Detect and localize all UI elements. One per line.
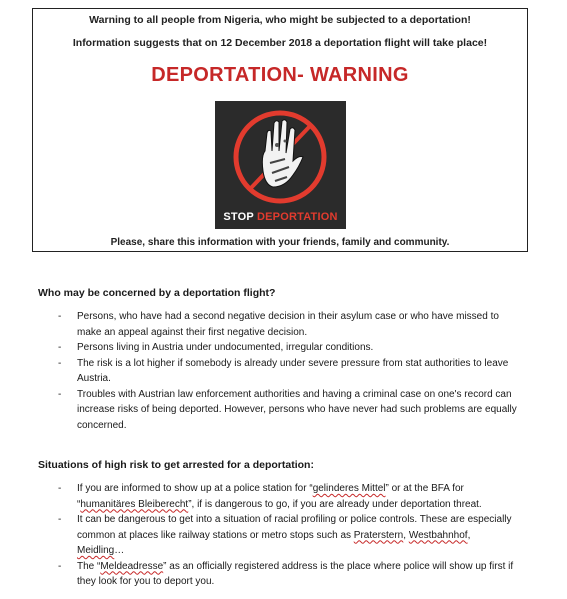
list-item: The “Meldeadresse” as an officially regi… xyxy=(58,559,518,590)
list-item: If you are informed to show up at a poli… xyxy=(58,481,518,512)
term-gelinderes-mittel: gelinderes Mittel xyxy=(312,483,386,494)
place-westbahnhof: Westbahnhof xyxy=(408,529,468,541)
place-meidling: Meidling xyxy=(77,545,115,556)
poster-word-stop: STOP xyxy=(223,211,254,223)
place-praterstern: Praterstern xyxy=(353,529,404,541)
warning-notice-box: Warning to all people from Nigeria, who … xyxy=(32,8,528,252)
list-item: It can be dangerous to get into a situat… xyxy=(58,512,518,559)
text-fragment: , xyxy=(467,529,471,541)
notice-line-2: Information suggests that on 12 December… xyxy=(72,37,488,49)
text-fragment: ”, if is dangerous to go, if you are alr… xyxy=(188,498,482,510)
share-request: Please, share this information with your… xyxy=(110,237,450,248)
list-item: The risk is a lot higher if somebody is … xyxy=(58,356,518,387)
notice-line-1: Warning to all people from Nigeria, who … xyxy=(89,14,471,26)
section-heading-concerned: Who may be concerned by a deportation fl… xyxy=(38,287,276,299)
list-item: Persons living in Austria under undocume… xyxy=(58,340,518,356)
poster-word-deportation: DEPORTATION xyxy=(257,211,338,223)
list-item: Troubles with Austrian law enforcement a… xyxy=(58,387,518,434)
term-meldeadresse: Meldeadresse xyxy=(100,560,164,572)
text-fragment: The “ xyxy=(77,560,101,572)
concerned-list: Persons, who have had a second negative … xyxy=(58,309,518,433)
deportation-warning-title: DEPORTATION- WARNING xyxy=(151,64,409,86)
high-risk-list: If you are informed to show up at a poli… xyxy=(58,481,518,590)
text-fragment: If you are informed to show up at a poli… xyxy=(77,483,313,494)
poster-caption: STOP DEPORTATION xyxy=(215,211,346,223)
section-heading-high-risk: Situations of high risk to get arrested … xyxy=(38,459,314,471)
raised-hand-icon xyxy=(233,110,327,204)
stop-deportation-poster: STOP DEPORTATION xyxy=(215,101,346,229)
list-item: Persons, who have had a second negative … xyxy=(58,309,518,340)
term-humanitaeres-bleiberecht: humanitäres Bleiberecht xyxy=(80,498,189,510)
text-fragment: … xyxy=(114,545,125,556)
